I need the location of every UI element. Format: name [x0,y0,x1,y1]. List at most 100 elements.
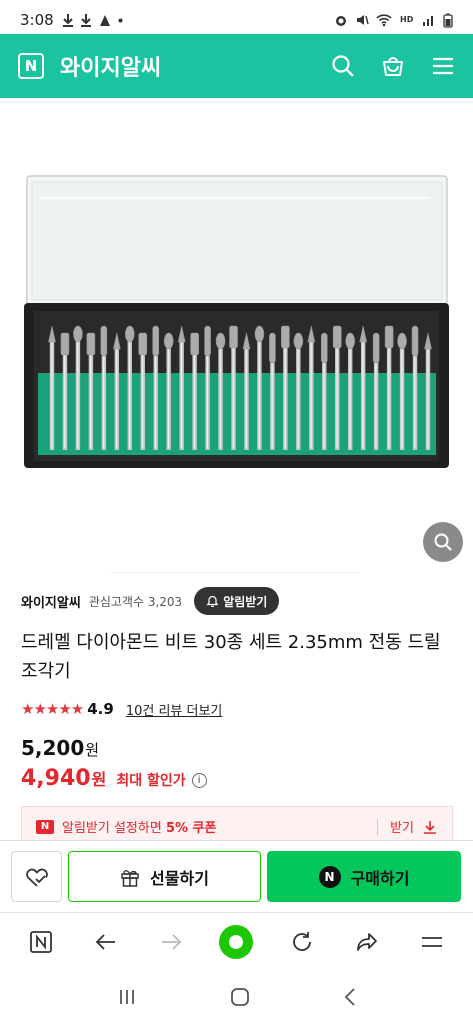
drill-bit-head [397,332,407,350]
naverpay-n-icon: N [318,865,341,888]
coupon-text: 알림받기 설정하면 5% 쿠폰 [62,817,216,836]
alarm-icon [336,16,346,26]
drill-bit-highlight [90,349,92,448]
drill-bit-highlight [103,342,105,448]
drill-bit-highlight [77,342,79,448]
sale-price-unit: 원 [91,770,107,789]
wishlist-button[interactable] [11,851,62,902]
store-header: N 와이지알씨 [0,34,473,98]
drill-bit-head [163,332,174,350]
buy-button[interactable]: N 구매하기 [267,851,461,902]
drill-bit-highlight [116,349,118,448]
drill-bit-highlight [64,349,66,448]
drill-bit-head [100,325,108,357]
drill-bit-highlight [323,349,325,448]
search-icon[interactable] [331,54,355,78]
mute-icon [357,15,369,25]
drill-bit-head [124,325,135,343]
naver-n-icon [29,930,52,953]
refresh-button[interactable] [280,920,324,964]
browser-menu-button[interactable] [410,920,454,964]
back-button[interactable] [84,920,128,964]
drill-bit-highlight [349,349,351,448]
browser-toolbar [0,912,473,970]
battery-icon [443,13,453,28]
drill-bit-highlight [310,342,312,448]
back-icon[interactable] [343,987,357,1007]
drill-bit-head [384,325,394,349]
arrow-left-icon [95,933,115,950]
gift-label: 선물하기 [150,868,209,888]
naver-home-button[interactable] [19,920,63,964]
seller-row: 와이지알씨 관심고객수 3,203 알림받기 [21,587,280,615]
product-image[interactable] [0,98,473,568]
hamburger-menu-icon [422,936,443,947]
home-icon[interactable] [230,987,250,1007]
drill-bit-head [229,325,238,349]
alarm-subscribe-label: 알림받기 [223,594,268,609]
drill-bit-head [254,325,265,343]
rating-value: 4.9 [87,700,114,718]
arrow-right-icon [162,933,182,950]
drill-bit-head [152,325,160,357]
gift-button[interactable]: 선물하기 [68,851,261,902]
seller-name[interactable]: 와이지알씨 [21,592,81,611]
drill-bit-head [86,332,96,356]
app-notification-icon [99,15,110,26]
drill-bit-highlight [232,342,234,448]
image-divider [110,572,360,573]
coupon-text-bold: 5% 쿠폰 [165,821,217,836]
original-price-row: 5,200 원 [21,736,99,760]
drill-bit-highlight [219,349,221,448]
drill-bit-highlight [167,349,170,448]
svg-text:HD: HD [400,15,414,24]
seller-fan-count: 관심고객수 3,203 [88,594,183,609]
hamburger-menu-icon[interactable] [431,54,455,78]
wifi-icon [376,14,392,27]
share-button[interactable] [345,920,389,964]
gift-icon [121,869,139,887]
drill-bit-highlight [414,342,416,448]
forward-button[interactable] [149,920,193,964]
drill-bit-head [190,332,199,356]
green-dot-home-button[interactable] [214,920,258,964]
info-icon[interactable]: i [191,773,207,788]
rating-row: ★★★★★ 4.9 10건 리뷰 더보기 [21,699,222,719]
store-name-title[interactable]: 와이지알씨 [60,50,161,82]
drill-bit-head [345,332,356,350]
drill-bit-highlight [180,342,183,448]
alarm-subscribe-button[interactable]: 알림받기 [194,587,280,615]
naver-n-logo[interactable]: N [18,53,44,79]
zoom-button[interactable] [423,522,463,562]
drill-bit-head [293,332,304,350]
drill-bit-highlight [141,349,144,448]
drill-bit-highlight [271,349,273,448]
download-icon [80,14,91,27]
coupon-receive-button[interactable]: 받기 [390,817,414,836]
drill-bit-head [73,325,83,343]
drill-bit-head [281,325,290,349]
shopping-bag-icon[interactable] [381,54,405,78]
download-icon[interactable] [422,819,438,835]
drill-bit-highlight [375,349,377,448]
drill-bit-highlight [284,342,286,448]
max-discount-label: 최대 할인가 [116,773,186,789]
drill-bit-head [372,332,380,364]
signal-icon [423,16,433,26]
buy-label: 구매하기 [350,868,410,888]
recent-apps-icon[interactable] [117,988,137,1006]
drill-bit-highlight [193,349,196,448]
coupon-text-prefix: 알림받기 설정하면 [62,821,166,836]
drill-bit-highlight [154,342,157,448]
drill-bit-highlight [427,349,429,448]
original-price: 5,200 [21,736,85,760]
sale-price-row: 4,940 원 최대 할인가 i [21,766,207,791]
drill-bit-head [411,325,419,357]
review-more-link[interactable]: 10건 리뷰 더보기 [126,700,223,719]
green-dot-icon [219,924,254,959]
drill-bit-highlight [388,342,390,448]
star-rating-icon: ★★★★★ [21,700,84,718]
drill-bit-head [138,332,148,356]
heart-check-icon [25,868,48,887]
drill-bit-head [60,332,70,356]
